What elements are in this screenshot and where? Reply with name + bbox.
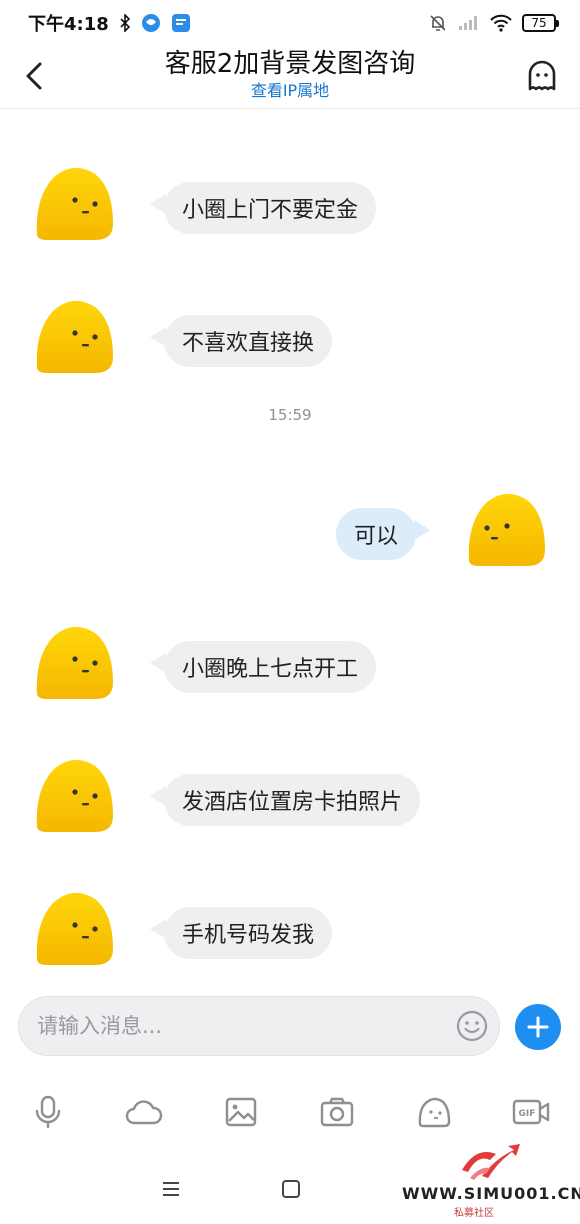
message-bubble[interactable]: 不喜欢直接换 [164,315,333,367]
signal-icon [458,15,480,31]
app-notification-icon [141,13,161,33]
timestamp: 15:59 [268,406,312,424]
home-icon [282,1180,300,1198]
gif-button[interactable]: GIF [507,1088,555,1136]
header-titles: 客服2加背景发图咨询 查看IP属地 [80,46,500,102]
message-input[interactable] [37,997,437,1055]
cloud-icon [125,1100,163,1125]
image-icon [225,1097,257,1127]
status-left: 下午4:18 [28,10,191,36]
avatar[interactable] [33,623,115,701]
back-button[interactable] [16,58,52,94]
profile-button[interactable] [522,56,562,96]
sticker-button[interactable] [410,1088,458,1136]
chat-area[interactable]: 小圈上门不要定金 不喜欢直接换 15:59 可以 小圈晚上七点开工 发酒店位置房… [0,110,580,990]
message-bubble[interactable]: 可以 [335,508,416,560]
bluetooth-icon [119,14,131,32]
camera-icon [320,1097,354,1127]
status-bar: 下午4:18 75 [0,0,580,46]
watermark-subtext: 私募社区 [454,1208,494,1219]
avatar[interactable] [33,889,115,967]
plus-icon [527,1016,549,1038]
message-row: 小圈晚上七点开工 [0,623,580,707]
gif-icon: GIF [512,1099,550,1125]
microphone-button[interactable] [24,1088,72,1136]
status-time: 下午4:18 [28,14,109,35]
camera-button[interactable] [313,1088,361,1136]
sticker-icon [418,1097,451,1128]
message-bubble[interactable]: 小圈晚上七点开工 [164,641,377,693]
avatar[interactable] [465,490,547,568]
battery-icon: 75 [522,14,559,32]
watermark-logo-icon [462,1144,520,1180]
watermark: WWW.SIMU001.CN 私募社区 [398,1140,580,1220]
bell-muted-icon [428,13,448,33]
message-bubble[interactable]: 小圈上门不要定金 [164,182,377,234]
ghost-profile-icon [528,60,556,91]
status-right: 75 [428,13,559,33]
ip-location-link[interactable]: 查看IP属地 [80,80,500,102]
home-button[interactable] [276,1174,306,1204]
avatar[interactable] [33,756,115,834]
bubble-tail [414,520,430,540]
message-row: 小圈上门不要定金 [0,164,580,248]
message-row: 不喜欢直接换 [0,297,580,381]
svg-text:GIF: GIF [519,1109,536,1119]
watermark-text: WWW.SIMU001.CN [402,1184,580,1203]
cloud-button[interactable] [120,1088,168,1136]
menu-icon [163,1182,179,1196]
chat-toolbar: GIF [0,1088,580,1136]
avatar[interactable] [33,164,115,242]
message-row: 手机号码发我 [0,889,580,973]
plus-button[interactable] [515,1004,561,1050]
avatar[interactable] [33,297,115,375]
app-notification-icon [171,13,191,33]
chat-header: 客服2加背景发图咨询 查看IP属地 [0,46,580,109]
message-row: 可以 [0,490,580,574]
menu-button[interactable] [156,1174,186,1204]
message-row: 发酒店位置房卡拍照片 [0,756,580,840]
page-title: 客服2加背景发图咨询 [164,49,416,79]
image-button[interactable] [217,1088,265,1136]
microphone-icon [35,1095,61,1129]
message-bubble[interactable]: 手机号码发我 [164,907,333,959]
message-bubble[interactable]: 发酒店位置房卡拍照片 [164,774,421,826]
emoji-button[interactable] [455,1009,489,1043]
message-input-bar [18,996,500,1056]
wifi-icon [490,14,512,32]
smiley-icon [456,1010,488,1042]
